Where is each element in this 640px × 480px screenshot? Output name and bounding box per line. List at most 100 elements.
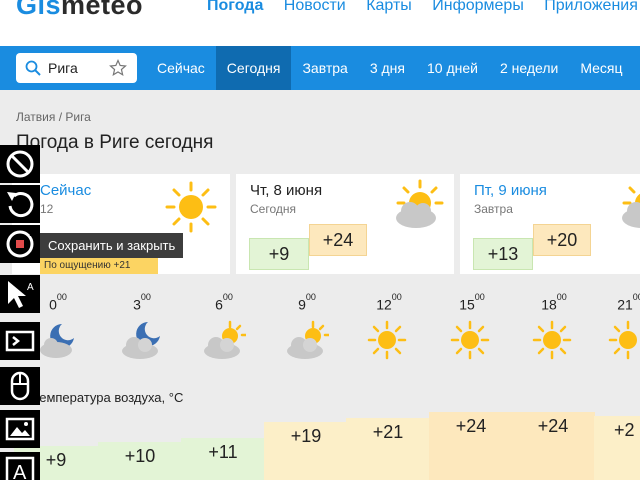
- toolbar-terminal-button[interactable]: [0, 322, 40, 360]
- sun-clouds-icon: [287, 320, 329, 359]
- hour-slot: 600: [192, 292, 256, 359]
- nav-informers[interactable]: Информеры: [432, 0, 524, 14]
- now-card-title: Сейчас: [40, 182, 92, 199]
- tomorrow-card[interactable]: Пт, 9 июня Завтра +13 +20: [460, 174, 640, 274]
- temp-bar: +2: [594, 416, 640, 480]
- sun-icon: [165, 181, 217, 233]
- terminal-icon: [5, 330, 35, 352]
- toolbar-badge: 1: [29, 228, 35, 239]
- toolbar-cursor-button[interactable]: A: [0, 275, 40, 313]
- sun-icon: [450, 320, 490, 360]
- site-logo[interactable]: Gismeteo: [16, 0, 143, 21]
- hour-minutes: 00: [391, 292, 402, 302]
- tomorrow-max-temp: +20: [533, 224, 591, 256]
- temp-bar: +11: [181, 438, 265, 480]
- hour-minutes: 00: [556, 292, 567, 302]
- toolbar-text-button[interactable]: A: [0, 452, 40, 480]
- hour-label: 6: [215, 296, 223, 313]
- svg-text:A: A: [27, 282, 34, 293]
- tab-2-weeks[interactable]: 2 недели: [489, 46, 569, 90]
- mouse-icon: [10, 371, 30, 401]
- temp-bar: +24: [429, 412, 513, 480]
- hour-minutes: 00: [56, 292, 67, 302]
- tab-tomorrow[interactable]: Завтра: [291, 46, 358, 90]
- feels-like: По ощущению +21: [40, 258, 158, 274]
- save-close-tooltip: Сохранить и закрыть: [40, 233, 184, 258]
- sun-cloud-icon: [396, 179, 444, 228]
- now-card[interactable]: Сейчас 12 По ощущению +21: [12, 174, 230, 274]
- text-icon: A: [5, 456, 35, 480]
- hour-label: 18: [541, 296, 557, 313]
- temp-bar: +24: [511, 412, 595, 480]
- search-value: Рига: [48, 60, 78, 76]
- star-icon[interactable]: [109, 59, 127, 77]
- hour-slot: 900: [275, 292, 339, 359]
- tab-today[interactable]: Сегодня: [215, 46, 292, 90]
- temp-bar: +10: [98, 442, 182, 480]
- svg-text:A: A: [13, 462, 27, 480]
- temp-bar: +21: [346, 418, 430, 480]
- hour-slot: 2100: [598, 292, 640, 360]
- tomorrow-label: Завтра: [474, 202, 513, 216]
- breadcrumb[interactable]: Латвия / Рига: [16, 110, 91, 124]
- now-card-time: 12: [40, 202, 54, 216]
- toolbar-image-button[interactable]: [0, 410, 40, 448]
- toolbar-block-button[interactable]: [0, 145, 40, 183]
- nav-maps[interactable]: Карты: [366, 0, 412, 14]
- sun-icon: [367, 320, 407, 360]
- tomorrow-date: Пт, 9 июня: [474, 182, 547, 199]
- forecast-bar: Рига Сейчас Сегодня Завтра 3 дня 10 дней…: [0, 46, 640, 90]
- hour-minutes: 00: [474, 292, 485, 302]
- hour-minutes: 00: [222, 292, 233, 302]
- logo-prefix: Gis: [16, 0, 62, 20]
- logo-rest: meteo: [61, 0, 144, 20]
- hour-slot: 1200: [357, 292, 421, 360]
- hour-slot: 300: [110, 292, 174, 359]
- hour-minutes: 00: [305, 292, 316, 302]
- hour-label: 15: [459, 296, 475, 313]
- undo-icon: [7, 192, 34, 218]
- nav-weather[interactable]: Погода: [207, 0, 263, 14]
- nav-apps[interactable]: Приложения: [544, 0, 638, 14]
- hour-slot: 1500: [440, 292, 504, 360]
- forecast-tabs: Сейчас Сегодня Завтра 3 дня 10 дней 2 не…: [146, 46, 634, 90]
- moon-cloud-icon: [40, 324, 74, 358]
- tab-month[interactable]: Месяц: [569, 46, 633, 90]
- sun-icon: [608, 320, 637, 360]
- temperature-label: Температура воздуха, °C: [32, 390, 184, 405]
- tab-now[interactable]: Сейчас: [146, 46, 216, 90]
- cursor-icon: A: [8, 281, 34, 308]
- nav-news[interactable]: Новости: [284, 0, 346, 14]
- tab-3-days[interactable]: 3 дня: [359, 46, 416, 90]
- today-date: Чт, 8 июня: [250, 182, 323, 199]
- site-header: Gismeteo Погода Новости Карты Информеры …: [0, 0, 640, 46]
- search-input[interactable]: Рига: [16, 53, 137, 83]
- moon-clouds-icon: [122, 322, 160, 359]
- temp-bar: +19: [264, 422, 348, 480]
- toolbar-mouse-button[interactable]: [0, 367, 40, 405]
- hour-label: 12: [376, 296, 392, 313]
- hour-label: 21: [617, 296, 633, 313]
- hour-label: 9: [298, 296, 306, 313]
- sun-clouds-icon: [204, 320, 246, 359]
- block-icon: [6, 150, 34, 178]
- hour-slot: 1800: [522, 292, 586, 360]
- tab-10-days[interactable]: 10 дней: [416, 46, 489, 90]
- hour-minutes: 00: [632, 292, 640, 302]
- top-nav: Погода Новости Карты Информеры Приложени…: [207, 0, 640, 15]
- search-icon: [25, 60, 41, 76]
- page-title: Погода в Риге сегодня: [16, 132, 214, 153]
- today-max-temp: +24: [309, 224, 367, 256]
- toolbar-undo-button[interactable]: [0, 185, 40, 223]
- hour-label: 3: [133, 296, 141, 313]
- today-min-temp: +9: [249, 238, 309, 270]
- today-card[interactable]: Чт, 8 июня Сегодня +9 +24: [236, 174, 454, 274]
- sun-icon: [532, 320, 572, 360]
- hourly-forecast: 000 300 600 900 1200 1500 1800 210: [0, 292, 640, 366]
- tomorrow-min-temp: +13: [473, 238, 533, 270]
- image-icon: [5, 417, 35, 441]
- hour-label: 0: [49, 296, 57, 313]
- today-label: Сегодня: [250, 202, 296, 216]
- sun-cloud-icon: [622, 186, 640, 228]
- hour-minutes: 00: [140, 292, 151, 302]
